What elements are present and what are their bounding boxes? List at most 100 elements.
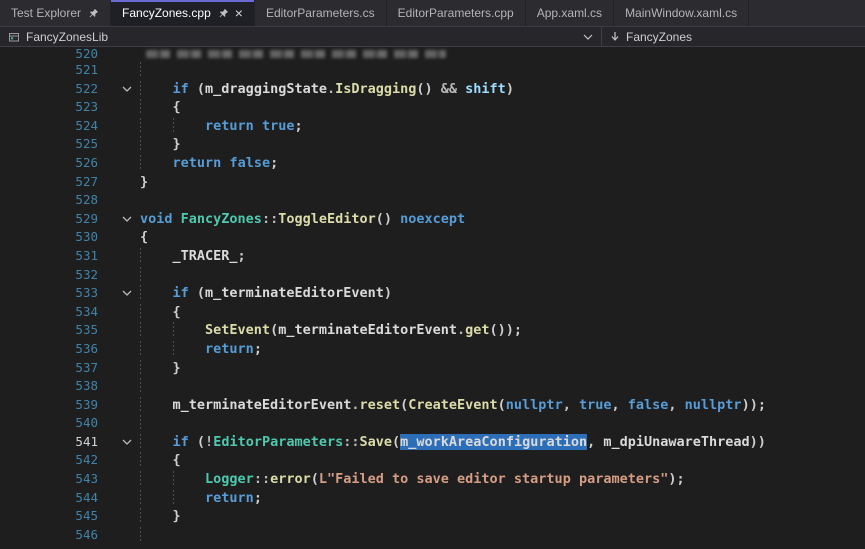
- code-line-539[interactable]: 539 m_terminateEditorEvent.reset(CreateE…: [0, 396, 865, 415]
- tab-test-explorer[interactable]: Test Explorer: [0, 0, 111, 26]
- code-line-528[interactable]: 528: [0, 191, 865, 210]
- fold-chevron-icon[interactable]: [114, 284, 140, 303]
- code-line-534[interactable]: 534 {: [0, 303, 865, 322]
- fold-gutter: [114, 98, 140, 117]
- line-number[interactable]: 536: [0, 340, 114, 359]
- line-number[interactable]: 546: [0, 526, 114, 545]
- code-line-541[interactable]: 541 if (!EditorParameters::Save(m_workAr…: [0, 433, 865, 452]
- line-number[interactable]: 526: [0, 154, 114, 173]
- line-number[interactable]: 545: [0, 507, 114, 526]
- code-line-545[interactable]: 545 }: [0, 507, 865, 526]
- line-number[interactable]: 537: [0, 359, 114, 378]
- code-line-537[interactable]: 537 }: [0, 359, 865, 378]
- code-line-529[interactable]: 529void FancyZones::ToggleEditor() noexc…: [0, 210, 865, 229]
- pin-icon[interactable]: [218, 8, 229, 19]
- code-text: if (!EditorParameters::Save(m_workAreaCo…: [140, 433, 865, 452]
- line-number[interactable]: 533: [0, 284, 114, 303]
- code-line-520[interactable]: 520: [0, 47, 865, 61]
- code-line-521[interactable]: 521: [0, 61, 865, 80]
- line-number[interactable]: 543: [0, 470, 114, 489]
- code-line-522[interactable]: 522 if (m_draggingState.IsDragging() && …: [0, 80, 865, 99]
- line-number[interactable]: 522: [0, 80, 114, 99]
- fold-gutter: [114, 414, 140, 433]
- project-dropdown[interactable]: FancyZonesLib: [0, 27, 601, 46]
- code-text: return true;: [140, 117, 865, 136]
- close-icon[interactable]: ×: [235, 6, 243, 20]
- fold-chevron-icon[interactable]: [114, 210, 140, 229]
- fold-gutter: [114, 228, 140, 247]
- code-line-543[interactable]: 543 Logger::error(L"Failed to save edito…: [0, 470, 865, 489]
- code-line-530[interactable]: 530{: [0, 228, 865, 247]
- code-text: [140, 61, 865, 80]
- fold-gutter: [114, 489, 140, 508]
- line-number[interactable]: 538: [0, 377, 114, 396]
- line-number[interactable]: 535: [0, 321, 114, 340]
- pin-icon[interactable]: [88, 8, 99, 19]
- line-number[interactable]: 542: [0, 451, 114, 470]
- tab-label: Test Explorer: [11, 6, 81, 20]
- project-icon: [8, 31, 20, 43]
- code-line-542[interactable]: 542 {: [0, 451, 865, 470]
- line-number[interactable]: 521: [0, 61, 114, 80]
- fold-gutter: [114, 340, 140, 359]
- code-line-526[interactable]: 526 return false;: [0, 154, 865, 173]
- fold-chevron-icon[interactable]: [114, 433, 140, 452]
- code-text: {: [140, 451, 865, 470]
- line-number[interactable]: 528: [0, 191, 114, 210]
- code-line-523[interactable]: 523 {: [0, 98, 865, 117]
- code-text: }: [140, 507, 865, 526]
- code-text: Logger::error(L"Failed to save editor st…: [140, 470, 865, 489]
- line-number[interactable]: 540: [0, 414, 114, 433]
- line-number[interactable]: 534: [0, 303, 114, 322]
- member-scope-dropdown[interactable]: FancyZones: [601, 27, 865, 46]
- fold-gutter: [114, 173, 140, 192]
- tab-label: EditorParameters.cpp: [398, 6, 514, 20]
- code-line-536[interactable]: 536 return;: [0, 340, 865, 359]
- fold-gutter: [114, 154, 140, 173]
- code-line-546[interactable]: 546: [0, 526, 865, 545]
- tab-mainwindow-xaml-cs[interactable]: MainWindow.xaml.cs: [614, 0, 749, 26]
- fold-gutter: [114, 61, 140, 80]
- project-dropdown-label: FancyZonesLib: [26, 30, 108, 44]
- code-line-544[interactable]: 544 return;: [0, 489, 865, 508]
- tab-editorparameters-cpp[interactable]: EditorParameters.cpp: [387, 0, 526, 26]
- navigate-down-arrow-icon: [610, 31, 620, 43]
- tab-label: EditorParameters.cs: [266, 6, 375, 20]
- line-number[interactable]: 531: [0, 247, 114, 266]
- code-line-524[interactable]: 524 return true;: [0, 117, 865, 136]
- code-line-535[interactable]: 535 SetEvent(m_terminateEditorEvent.get(…: [0, 321, 865, 340]
- tab-app-xaml-cs[interactable]: App.xaml.cs: [526, 0, 614, 26]
- fold-gutter: [114, 377, 140, 396]
- code-line-525[interactable]: 525 }: [0, 135, 865, 154]
- code-line-533[interactable]: 533 if (m_terminateEditorEvent): [0, 284, 865, 303]
- line-number[interactable]: 523: [0, 98, 114, 117]
- code-text: }: [140, 359, 865, 378]
- line-number[interactable]: 525: [0, 135, 114, 154]
- code-line-538[interactable]: 538: [0, 377, 865, 396]
- fold-gutter: [114, 359, 140, 378]
- tab-editorparameters-cs[interactable]: EditorParameters.cs: [255, 0, 387, 26]
- tab-fancyzones-cpp[interactable]: FancyZones.cpp×: [111, 0, 255, 26]
- line-number[interactable]: 539: [0, 396, 114, 415]
- code-line-532[interactable]: 532: [0, 266, 865, 285]
- code-editor[interactable]: 520521 522 if (m_draggingState.IsDraggin…: [0, 47, 865, 549]
- line-number[interactable]: 530: [0, 228, 114, 247]
- code-text: {: [140, 98, 865, 117]
- code-text: }: [140, 135, 865, 154]
- line-number[interactable]: 527: [0, 173, 114, 192]
- line-number[interactable]: 541: [0, 433, 114, 452]
- code-line-540[interactable]: 540: [0, 414, 865, 433]
- member-scope-label: FancyZones: [626, 30, 692, 44]
- code-text: return;: [140, 489, 865, 508]
- fold-gutter: [114, 507, 140, 526]
- fold-chevron-icon[interactable]: [114, 80, 140, 99]
- code-line-527[interactable]: 527}: [0, 173, 865, 192]
- code-text: m_terminateEditorEvent.reset(CreateEvent…: [140, 396, 865, 415]
- line-number[interactable]: 544: [0, 489, 114, 508]
- code-line-531[interactable]: 531 _TRACER_;: [0, 247, 865, 266]
- line-number[interactable]: 520: [0, 47, 114, 61]
- line-number[interactable]: 532: [0, 266, 114, 285]
- code-text: SetEvent(m_terminateEditorEvent.get());: [140, 321, 865, 340]
- line-number[interactable]: 524: [0, 117, 114, 136]
- line-number[interactable]: 529: [0, 210, 114, 229]
